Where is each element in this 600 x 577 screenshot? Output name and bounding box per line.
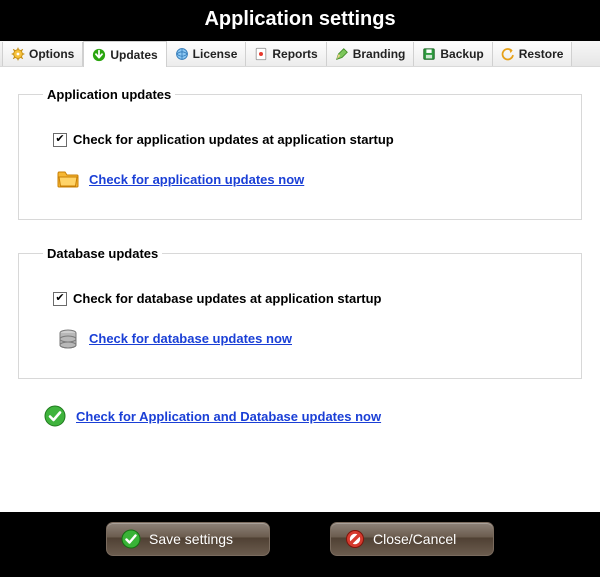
gear-icon [11,47,25,61]
check-circle-icon [44,405,66,427]
report-icon [254,47,268,61]
close-cancel-button[interactable]: Close/Cancel [330,522,494,556]
prohibited-icon [345,529,365,549]
db-startup-check-row: Check for database updates at applicatio… [53,291,557,306]
undo-arrow-icon [501,47,515,61]
button-bar: Save settings Close/Cancel [0,512,600,570]
tab-license[interactable]: License [167,42,247,66]
group-legend: Application updates [43,87,175,102]
app-check-now-row: Check for application updates now [57,169,557,189]
tab-restore[interactable]: Restore [493,42,573,66]
settings-window: Application settings Options Updates Lic… [0,0,600,570]
check-all-updates-link[interactable]: Check for Application and Database updat… [76,409,381,424]
combined-check-row: Check for Application and Database updat… [44,405,582,427]
tab-bar: Options Updates License Reports Branding [0,41,600,67]
group-legend: Database updates [43,246,162,261]
application-updates-group: Application updates Check for applicatio… [18,87,582,220]
folder-icon [57,169,79,189]
check-db-updates-link[interactable]: Check for database updates now [89,331,292,346]
tab-options[interactable]: Options [2,42,83,66]
db-startup-checkbox-label: Check for database updates at applicatio… [73,291,381,306]
pencil-icon [335,47,349,61]
globe-icon [175,47,189,61]
check-app-updates-link[interactable]: Check for application updates now [89,172,304,187]
app-startup-check-row: Check for application updates at applica… [53,132,557,147]
tab-branding[interactable]: Branding [327,42,415,66]
db-startup-checkbox[interactable] [53,292,67,306]
tab-label: Restore [519,47,564,61]
database-icon [57,328,79,348]
window-title: Application settings [0,0,600,41]
tab-label: Branding [353,47,406,61]
check-circle-icon [121,529,141,549]
app-startup-checkbox-label: Check for application updates at applica… [73,132,394,147]
button-label: Close/Cancel [373,531,456,547]
tab-label: Reports [272,47,317,61]
db-check-now-row: Check for database updates now [57,328,557,348]
app-startup-checkbox[interactable] [53,133,67,147]
tab-label: Updates [110,48,157,62]
download-arrow-icon [92,48,106,62]
content-area: Application updates Check for applicatio… [0,67,600,512]
tab-reports[interactable]: Reports [246,42,326,66]
button-label: Save settings [149,531,233,547]
floppy-icon [422,47,436,61]
save-settings-button[interactable]: Save settings [106,522,270,556]
tab-updates[interactable]: Updates [83,41,166,67]
tab-label: License [193,47,238,61]
tab-label: Options [29,47,74,61]
database-updates-group: Database updates Check for database upda… [18,246,582,379]
tab-backup[interactable]: Backup [414,42,492,66]
tab-label: Backup [440,47,483,61]
